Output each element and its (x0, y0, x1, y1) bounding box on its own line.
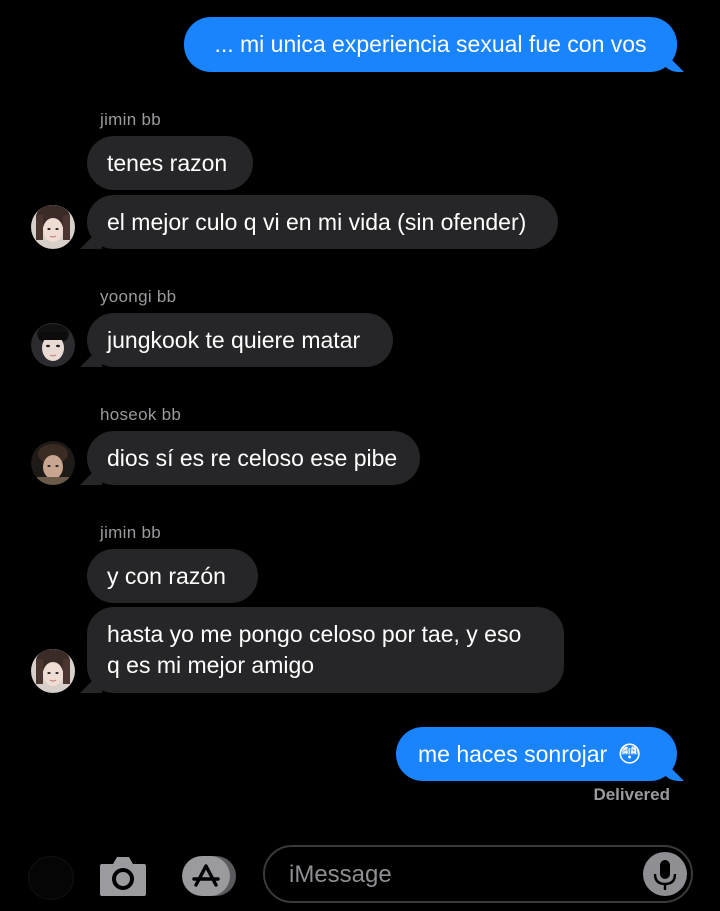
microphone-button[interactable] (643, 852, 687, 896)
avatar[interactable] (31, 649, 75, 693)
message-text: tenes razon (107, 150, 228, 176)
outgoing-message[interactable]: me haces sonrojar 😳 (396, 727, 677, 781)
message-text: y con razón (107, 563, 226, 589)
message-text: dios sí es re celoso ese pibe (107, 445, 398, 471)
incoming-message[interactable]: el mejor culo q vi en mi vida (sin ofend… (87, 195, 558, 249)
avatar[interactable] (31, 323, 75, 367)
message-text-line: hasta yo me pongo celoso por tae, y eso (107, 621, 522, 647)
sender-name: yoongi bb (100, 287, 177, 306)
flushed-emoji: 😳 (617, 741, 642, 767)
message-text-line: q es mi mejor amigo (107, 652, 315, 678)
avatar[interactable] (31, 441, 75, 485)
sender-name: hoseok bb (100, 405, 182, 424)
incoming-message[interactable]: hasta yo me pongo celoso por tae, y eso … (87, 607, 564, 693)
camera-icon (100, 857, 146, 896)
incoming-message[interactable]: dios sí es re celoso ese pibe (87, 431, 420, 485)
message-text: el mejor culo q vi en mi vida (sin ofend… (107, 209, 527, 235)
camera-button[interactable] (98, 852, 148, 898)
incoming-message[interactable]: tenes razon (87, 136, 253, 190)
incoming-message[interactable]: jungkook te quiere matar (87, 313, 393, 367)
delivered-status: Delivered (593, 785, 670, 804)
message-text: me haces sonrojar (418, 741, 608, 767)
app-store-button[interactable] (180, 854, 238, 898)
message-text: jungkook te quiere matar (107, 327, 361, 353)
sender-name: jimin bb (100, 110, 161, 129)
memoji-button[interactable] (28, 856, 74, 900)
message-input-placeholder: iMessage (289, 861, 392, 888)
app-store-icon (182, 856, 236, 896)
incoming-message[interactable]: y con razón (87, 549, 258, 603)
sender-name: jimin bb (100, 523, 161, 542)
outgoing-message[interactable]: ... mi unica experiencia sexual fue con … (184, 17, 677, 72)
avatar[interactable] (31, 205, 75, 249)
message-input[interactable]: iMessage (263, 845, 693, 903)
message-text: ... mi unica experiencia sexual fue con … (214, 31, 647, 57)
microphone-icon (653, 860, 677, 890)
